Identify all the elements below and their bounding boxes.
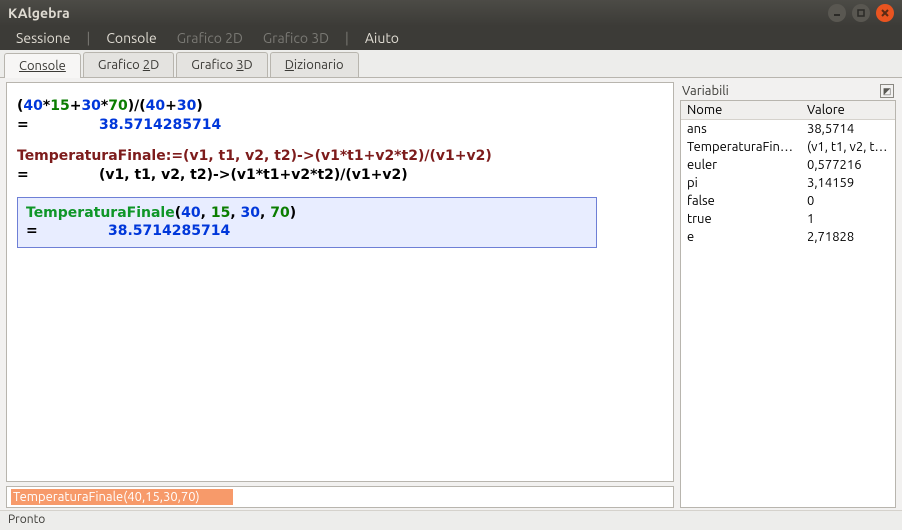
- tab-grafico-2d[interactable]: Grafico 2D: [83, 52, 174, 77]
- variables-panel: Variabili ◩ Nome Valore ans38,5714Temper…: [680, 82, 896, 508]
- table-row[interactable]: true1: [681, 210, 895, 228]
- status-text: Pronto: [8, 513, 45, 526]
- input-wrap: [6, 486, 674, 508]
- var-value: 0,577216: [801, 156, 895, 174]
- tab-console[interactable]: Console: [4, 53, 81, 78]
- menubar: Sessione | Console Grafico 2D Grafico 3D…: [0, 26, 902, 50]
- table-row[interactable]: euler0,577216: [681, 156, 895, 174]
- console-define-result: = (v1, t1, v2, t2)->(v1*t1+v2*t2)/(v1+v2…: [17, 166, 663, 185]
- var-name: false: [681, 192, 801, 210]
- menu-separator: |: [83, 30, 95, 46]
- left-panel: (40*15+30*70)/(40+30) = 38.5714285714 Te…: [6, 82, 674, 508]
- console-expr-1: (40*15+30*70)/(40+30): [17, 97, 663, 116]
- column-nome[interactable]: Nome: [681, 101, 801, 119]
- var-name: true: [681, 210, 801, 228]
- variables-body: ans38,5714TemperaturaFinale(v1, t1, v2, …: [681, 120, 895, 246]
- tabbar: Console Grafico 2D Grafico 3D Dizionario: [0, 50, 902, 78]
- content-area: (40*15+30*70)/(40+30) = 38.5714285714 Te…: [0, 78, 902, 510]
- variables-title: Variabili: [682, 84, 729, 98]
- table-row[interactable]: ans38,5714: [681, 120, 895, 138]
- statusbar: Pronto: [0, 510, 902, 530]
- column-valore[interactable]: Valore: [801, 101, 895, 119]
- tab-grafico-3d[interactable]: Grafico 3D: [176, 52, 267, 77]
- menu-grafico3d[interactable]: Grafico 3D: [255, 28, 337, 48]
- console-block-2: TemperaturaFinale:=(v1, t1, v2, t2)->(v1…: [17, 147, 663, 185]
- var-value: 38,5714: [801, 120, 895, 138]
- titlebar: KAlgebra: [0, 0, 902, 26]
- expression-input[interactable]: [11, 489, 233, 505]
- variables-columns: Nome Valore: [681, 101, 895, 120]
- detach-icon[interactable]: ◩: [880, 84, 894, 98]
- var-value: 2,71828: [801, 228, 895, 246]
- console-result-1: = 38.5714285714: [17, 116, 663, 135]
- menu-console[interactable]: Console: [98, 28, 164, 48]
- menu-grafico2d[interactable]: Grafico 2D: [169, 28, 251, 48]
- maximize-button[interactable]: [852, 4, 870, 22]
- table-row[interactable]: TemperaturaFinale(v1, t1, v2, t2)-…: [681, 138, 895, 156]
- minimize-button[interactable]: [828, 4, 846, 22]
- var-value: 0: [801, 192, 895, 210]
- table-row[interactable]: pi3,14159: [681, 174, 895, 192]
- var-name: e: [681, 228, 801, 246]
- console-define-line: TemperaturaFinale:=(v1, t1, v2, t2)->(v1…: [17, 147, 663, 166]
- var-name: pi: [681, 174, 801, 192]
- var-name: ans: [681, 120, 801, 138]
- variables-table: Nome Valore ans38,5714TemperaturaFinale(…: [680, 100, 896, 508]
- window-controls: [828, 4, 894, 22]
- variables-header: Variabili ◩: [680, 82, 896, 100]
- var-value: (v1, t1, v2, t2)-…: [801, 138, 895, 156]
- console-call-result: = 38.5714285714: [26, 222, 588, 241]
- console-output[interactable]: (40*15+30*70)/(40+30) = 38.5714285714 Te…: [6, 82, 674, 482]
- var-name: TemperaturaFinale: [681, 138, 801, 156]
- console-block-1: (40*15+30*70)/(40+30) = 38.5714285714: [17, 97, 663, 135]
- var-name: euler: [681, 156, 801, 174]
- window-title: KAlgebra: [8, 5, 828, 21]
- menu-aiuto[interactable]: Aiuto: [357, 28, 407, 48]
- close-button[interactable]: [876, 4, 894, 22]
- menu-sessione[interactable]: Sessione: [8, 28, 79, 48]
- tab-dizionario[interactable]: Dizionario: [270, 52, 359, 77]
- console-block-3: TemperaturaFinale(40, 15, 30, 70) = 38.5…: [17, 197, 597, 249]
- var-value: 1: [801, 210, 895, 228]
- table-row[interactable]: false0: [681, 192, 895, 210]
- table-row[interactable]: e2,71828: [681, 228, 895, 246]
- var-value: 3,14159: [801, 174, 895, 192]
- console-call-line: TemperaturaFinale(40, 15, 30, 70): [26, 204, 588, 223]
- menu-separator: |: [341, 30, 353, 46]
